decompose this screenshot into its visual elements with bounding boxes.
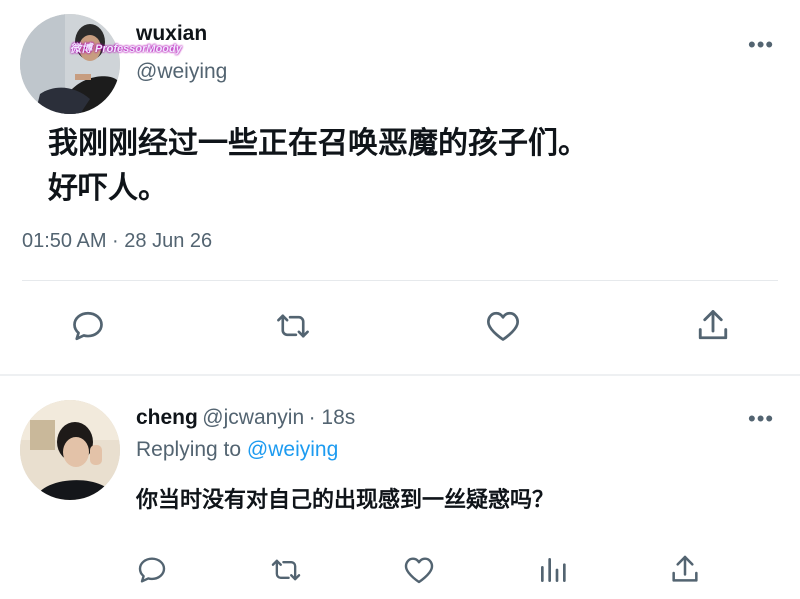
reply-retweet-icon[interactable] bbox=[269, 554, 303, 586]
replying-to: Replying to @weiying bbox=[136, 438, 338, 462]
reply-author-name[interactable]: cheng bbox=[136, 406, 198, 429]
views-icon[interactable] bbox=[538, 554, 568, 586]
divider bbox=[22, 280, 778, 281]
share-icon[interactable] bbox=[696, 307, 730, 343]
reply-author-handle[interactable]: @jcwanyin bbox=[202, 406, 304, 429]
reply-time[interactable]: · 18s bbox=[309, 406, 356, 429]
author-handle[interactable]: @weiying bbox=[136, 60, 227, 84]
avatar-photo bbox=[20, 14, 120, 114]
like-icon[interactable] bbox=[485, 309, 521, 343]
reply-like-icon[interactable] bbox=[403, 555, 435, 585]
author-name[interactable]: wuxian bbox=[136, 22, 207, 46]
reply-reply-icon[interactable] bbox=[136, 554, 168, 586]
section-divider bbox=[0, 374, 800, 376]
reply-text: 你当时没有对自己的出现感到一丝疑惑吗？ bbox=[136, 488, 555, 513]
tweet-text-line-2: 好吓人。 bbox=[48, 171, 168, 206]
more-options-icon[interactable]: ••• bbox=[748, 32, 774, 58]
reply-share-icon[interactable] bbox=[670, 553, 700, 585]
reply-author-avatar[interactable] bbox=[20, 400, 120, 500]
tweet-text-line-1: 我刚刚经过一些正在召唤恶魔的孩子们。 bbox=[48, 126, 588, 161]
author-avatar[interactable] bbox=[20, 14, 120, 114]
replying-to-handle[interactable]: @weiying bbox=[247, 438, 338, 461]
tweet-timestamp[interactable]: 01:50 AM · 28 Jun 26 bbox=[22, 230, 212, 253]
reply-header: cheng @jcwanyin · 18s bbox=[136, 406, 355, 430]
retweet-icon[interactable] bbox=[274, 308, 312, 344]
reply-avatar-photo bbox=[20, 400, 120, 500]
reply-more-options-icon[interactable]: ••• bbox=[748, 406, 774, 432]
replying-to-label: Replying to bbox=[136, 438, 242, 461]
reply-icon[interactable] bbox=[70, 308, 106, 344]
